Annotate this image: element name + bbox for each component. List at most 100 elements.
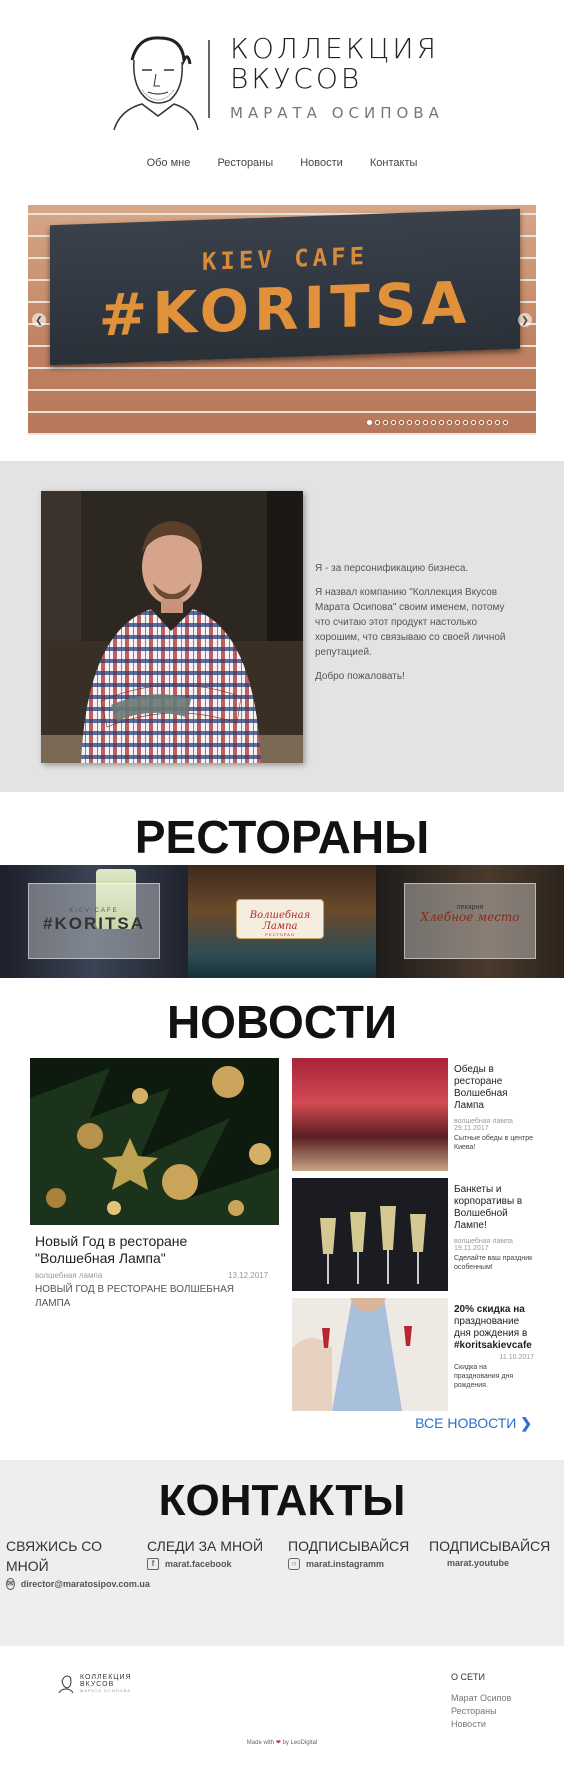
slider-dot[interactable] (455, 420, 460, 425)
slider-dot[interactable] (439, 420, 444, 425)
all-news-link[interactable]: ВСЕ НОВОСТИ ❯ (415, 1415, 532, 1432)
slider-dot[interactable] (495, 420, 500, 425)
restaurants-heading: РЕСТОРАНЫ (134, 811, 430, 863)
slider-dot[interactable] (423, 420, 428, 425)
footer-link-news[interactable]: Новости (451, 1718, 511, 1731)
footer-link-restaurants[interactable]: Рестораны (451, 1705, 511, 1718)
logo-title-line2: ВКУСОВ (230, 62, 363, 95)
news-item-title[interactable]: 20% скидка на празднование дня рождения … (454, 1304, 534, 1352)
about-text: Я - за персонификацию бизнеса. Я назвал … (315, 561, 520, 693)
slider-dot[interactable] (399, 420, 404, 425)
news-main-description: НОВЫЙ ГОД В РЕСТОРАНЕ ВОЛШЕБНАЯ ЛАМПА (35, 1284, 234, 1309)
contact-column-instagram: ПОДПИСЫВАЙСЯ ○ marat.instagramm (288, 1536, 429, 1570)
contact-column-youtube: ПОДПИСЫВАЙСЯ marat.youtube (429, 1536, 564, 1568)
made-prefix: Made with (246, 1740, 275, 1746)
chevron-right-icon: ❯ (520, 1415, 532, 1431)
about-paragraph-2: Я назвал компанию "Коллекция Вкусов Мара… (315, 587, 506, 658)
made-with-credit: Made with ❤ by LeoDigital (0, 1739, 564, 1746)
news-item-date: 29.11.2017 (454, 1125, 489, 1132)
footer-link-marat[interactable]: Марат Осипов (451, 1692, 511, 1705)
news-item-title-tag: #koritsakievcafe (454, 1340, 532, 1351)
slider-dot[interactable] (391, 420, 396, 425)
slider-dot[interactable] (367, 420, 372, 425)
logo-subtitle: МАРАТА ОСИПОВА (230, 104, 444, 122)
restaurant-interior-image (292, 1058, 448, 1171)
logo-title[interactable]: КОЛЛЕКЦИЯ ВКУСОВ (230, 34, 439, 94)
instagram-link[interactable]: ○ marat.instagramm (288, 1558, 429, 1570)
contacts-section: КОНТАКТЫ СВЯЖИСЬ СО МНОЙ ✉ director@mara… (0, 1460, 564, 1646)
nav-item-contacts[interactable]: Контакты (370, 157, 418, 169)
footer-logo-text: КОЛЛЕКЦИЯ ВКУСОВ МАРАТА ОСИПОВА (80, 1674, 132, 1693)
sign-big-text: #KORITSA (98, 268, 472, 350)
news-item-body: Обеды в ресторане Волшебная Лампа волшеб… (454, 1064, 534, 1152)
birthday-party-image (292, 1298, 448, 1411)
news-item-description: Сделайте ваш праздник особенным! (454, 1255, 533, 1271)
news-item-title[interactable]: Обеды в ресторане Волшебная Лампа (454, 1064, 534, 1112)
bread-logo-big: Хлебное место (420, 910, 520, 924)
news-item-description: Сытные обеды в центре Киева! (454, 1135, 533, 1151)
all-news-label: ВСЕ НОВОСТИ (415, 1415, 517, 1431)
youtube-link[interactable]: marat.youtube (429, 1558, 564, 1568)
news-item[interactable]: Банкеты и корпоративы в Волшебной Лампе!… (292, 1178, 534, 1291)
slider-dot[interactable] (375, 420, 380, 425)
nav-item-restaurants[interactable]: Рестораны (217, 157, 273, 169)
slider-dot[interactable] (503, 420, 508, 425)
bread-place-logo: пекарня Хлебное место (404, 883, 536, 959)
contacts-heading: КОНТАКТЫ (158, 1476, 406, 1525)
site-footer: КОЛЛЕКЦИЯ ВКУСОВ МАРАТА ОСИПОВА О СЕТИ М… (0, 1646, 564, 1773)
hero-slider[interactable]: KIEV CAFE #KORITSA ❮ ❯ (28, 205, 536, 435)
facebook-icon: f (147, 1558, 159, 1570)
news-item[interactable]: 20% скидка на празднование дня рождения … (292, 1298, 534, 1411)
footer-logo[interactable]: КОЛЛЕКЦИЯ ВКУСОВ МАРАТА ОСИПОВА (58, 1674, 132, 1693)
koritsa-logo: KIEV CAFE #KORITSA (28, 883, 160, 959)
slider-dot[interactable] (471, 420, 476, 425)
news-item-description: Скидка на празднования дня рождения. (454, 1364, 514, 1389)
slider-dot[interactable] (383, 420, 388, 425)
slider-dot[interactable] (431, 420, 436, 425)
made-suffix[interactable]: by LeoDigital (283, 1740, 318, 1746)
contact-heading: ПОДПИСЫВАЙСЯ (429, 1538, 551, 1554)
logo-divider (208, 40, 210, 118)
restaurant-card-koritsa[interactable]: KIEV CAFE #KORITSA (0, 865, 188, 978)
news-main-title[interactable]: Новый Год в ресторане "Волшебная Лампа" (35, 1233, 265, 1267)
news-item-title[interactable]: Банкеты и корпоративы в Волшебной Лампе! (454, 1184, 534, 1232)
cafe-sign: KIEV CAFE #KORITSA (50, 208, 520, 366)
chevron-right-icon[interactable]: ❯ (518, 313, 532, 327)
footer-logo-line1: КОЛЛЕКЦИЯ (80, 1674, 132, 1681)
footer-logo-sub: МАРАТА ОСИПОВА (80, 1688, 131, 1693)
portrait-sketch-logo[interactable] (108, 30, 200, 130)
nav-item-news[interactable]: Новости (300, 157, 343, 169)
slider-dot[interactable] (487, 420, 492, 425)
news-main-source: волшебная лампа (35, 1271, 103, 1280)
news-item-body: Банкеты и корпоративы в Волшебной Лампе!… (454, 1184, 534, 1272)
news-heading: НОВОСТИ (166, 996, 398, 1048)
news-item[interactable]: Обеды в ресторане Волшебная Лампа волшеб… (292, 1058, 534, 1171)
slider-dot[interactable] (407, 420, 412, 425)
chevron-left-icon[interactable]: ❮ (32, 313, 46, 327)
restaurant-card-bread[interactable]: пекарня Хлебное место (376, 865, 564, 978)
news-main-date: 13.12.2017 (228, 1271, 269, 1280)
restaurant-card-lampa[interactable]: Волшебная Лампа РЕСТОРАН (188, 865, 376, 978)
envelope-icon: ✉ (6, 1578, 15, 1590)
christmas-tree-image[interactable] (30, 1058, 279, 1225)
slider-dot[interactable] (447, 420, 452, 425)
facebook-link[interactable]: f marat.facebook (147, 1558, 288, 1570)
footer-menu-heading: О СЕТИ (451, 1672, 485, 1682)
news-item-body: 20% скидка на празднование дня рождения … (454, 1304, 534, 1390)
koritsa-logo-big: #KORITSA (43, 914, 145, 933)
about-paragraph-1: Я - за персонификацию бизнеса. (315, 563, 469, 574)
email-link[interactable]: ✉ director@maratosipov.com.ua (6, 1578, 150, 1590)
footer-logo-line2: ВКУСОВ (80, 1681, 115, 1688)
heart-icon: ❤ (275, 1740, 281, 1746)
youtube-link-text: marat.youtube (447, 1558, 510, 1568)
slider-dot[interactable] (415, 420, 420, 425)
contact-heading: ПОДПИСЫВАЙСЯ (288, 1538, 410, 1554)
page: КОЛЛЕКЦИЯ ВКУСОВ МАРАТА ОСИПОВА Обо мне … (0, 0, 564, 1773)
about-section: Я - за персонификацию бизнеса. Я назвал … (0, 461, 564, 792)
nav-item-about[interactable]: Обо мне (147, 157, 191, 169)
footer-menu: О СЕТИ Марат Осипов Рестораны Новости (451, 1672, 511, 1731)
slider-dot[interactable] (463, 420, 468, 425)
email-link-text: director@maratosipov.com.ua (20, 1579, 150, 1589)
slider-dot[interactable] (479, 420, 484, 425)
contact-column-facebook: СЛЕДИ ЗА МНОЙ f marat.facebook (147, 1536, 288, 1570)
